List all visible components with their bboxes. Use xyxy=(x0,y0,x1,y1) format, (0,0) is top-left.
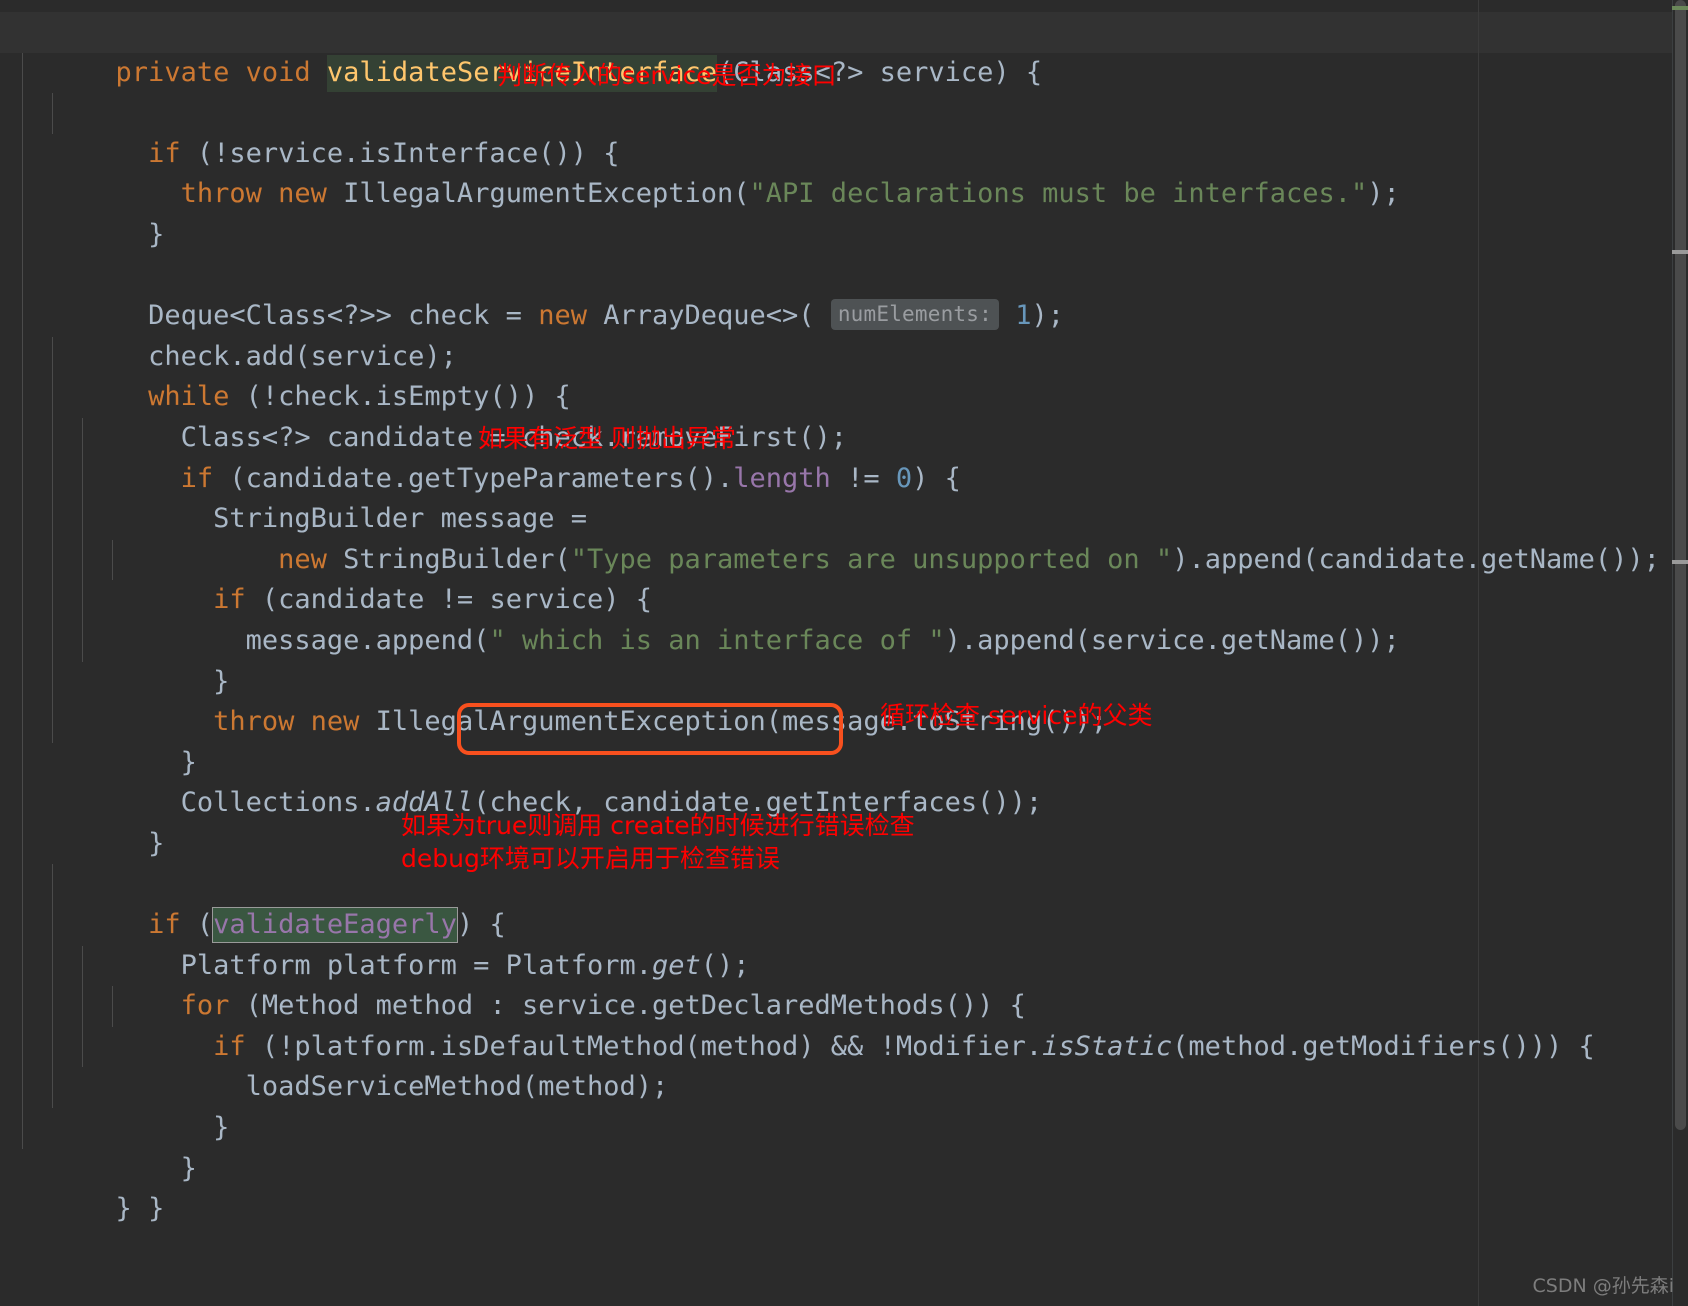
code-line-17: } xyxy=(0,661,1560,778)
scrollbar-marker-1[interactable] xyxy=(1672,6,1688,10)
code-line-14: message.append(" which is an interface o… xyxy=(0,539,1560,656)
code-editor[interactable]: private void validateServiceInterface(Cl… xyxy=(0,0,1688,1306)
code-line-4: } xyxy=(0,133,1560,250)
code-line-22: Platform platform = Platform.get(); xyxy=(0,864,1560,981)
token-brace-close-7: } xyxy=(148,1193,165,1225)
note-generics: 如果有泛型 则抛出异常 xyxy=(478,424,736,453)
editor-scrollbar-gutter[interactable] xyxy=(1672,0,1688,1306)
scrollbar-marker-3[interactable] xyxy=(1672,560,1688,564)
note-eager-line2: debug环境可以开启用于检查错误 xyxy=(401,844,780,873)
code-line-13: if (candidate != service) { xyxy=(0,499,1560,615)
note-interface-check: 判断传入的service是否为接口 xyxy=(497,61,837,90)
code-line-18: Collections.addAll(check, candidate.getI… xyxy=(0,702,1560,818)
note-eager-line1: 如果为true则调用 create的时候进行错误检查 xyxy=(401,811,915,840)
code-line-23: for (Method method : service.getDeclared… xyxy=(0,905,1560,1021)
code-line-9: Class<?> candidate = check.removeFirst()… xyxy=(0,336,1560,453)
token-brace-close-method: } xyxy=(115,1193,132,1225)
code-line-3: throw new IllegalArgumentException("API … xyxy=(0,93,1560,209)
code-line-29: } xyxy=(0,1149,1560,1224)
code-content[interactable]: private void validateServiceInterface(Cl… xyxy=(0,0,1660,1224)
code-line-1: private void validateServiceInterface(Cl… xyxy=(0,12,1560,92)
code-line-11: StringBuilder message = xyxy=(0,417,1560,534)
code-line-16: throw new IllegalArgumentException(messa… xyxy=(0,620,1560,737)
code-line-26: } xyxy=(0,1026,1560,1143)
code-line-15: } xyxy=(0,580,1560,697)
note-parent-classes: 循环检查 service的父类 xyxy=(880,701,1153,730)
watermark-credit: CSDN @孙先森i xyxy=(1532,1275,1675,1297)
code-line-27: } xyxy=(0,1067,1560,1184)
scrollbar-marker-2[interactable] xyxy=(1672,250,1688,254)
code-line-25: loadServiceMethod(method); xyxy=(0,986,1560,1102)
code-line-28: } xyxy=(0,1108,1560,1224)
code-line-7: check.add(service); xyxy=(0,255,1560,372)
code-line-5-blank xyxy=(0,174,1560,215)
code-line-6: Deque<Class<?>> check = new ArrayDeque<>… xyxy=(0,214,1560,331)
code-line-24: if (!platform.isDefaultMethod(method) &&… xyxy=(0,945,1595,1062)
code-line-8: while (!check.isEmpty()) { xyxy=(0,296,1560,412)
code-line-12: new StringBuilder("Type parameters are u… xyxy=(0,458,1660,575)
code-line-19: } xyxy=(0,742,1560,859)
code-line-10: if (candidate.getTypeParameters().length… xyxy=(0,377,1560,494)
vertical-scrollbar-thumb[interactable] xyxy=(1675,0,1686,1130)
